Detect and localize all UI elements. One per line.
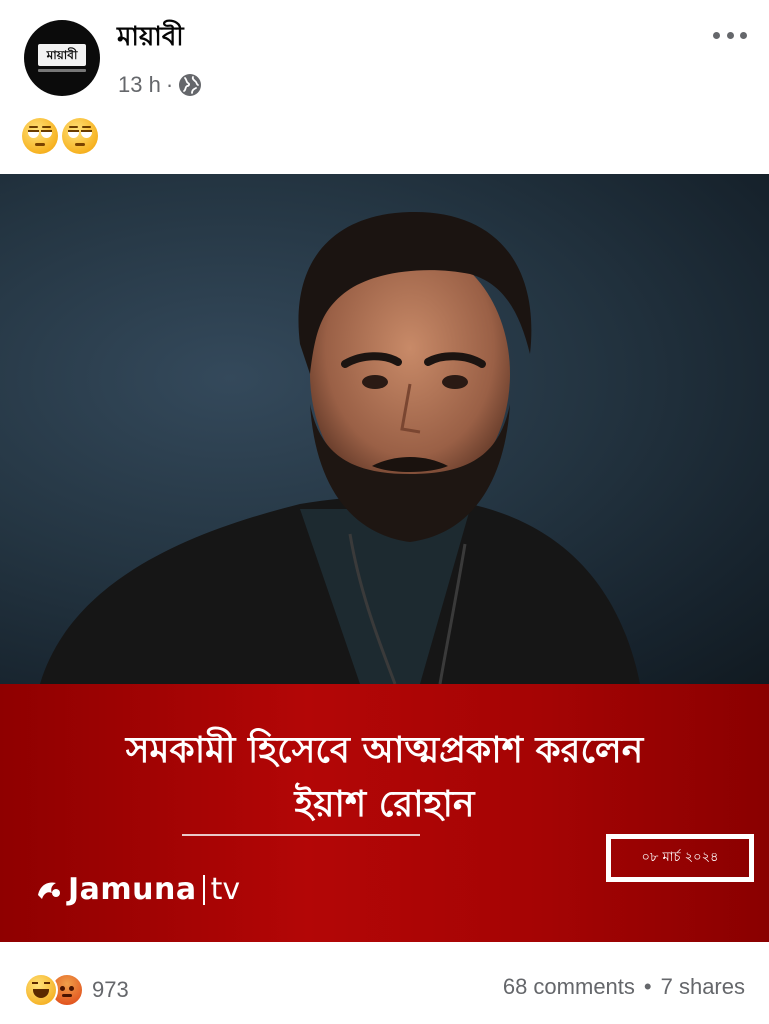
- reaction-count: 973: [92, 977, 129, 1002]
- post-header: মায়াবী মায়াবী 13 h ·: [0, 0, 769, 120]
- brand-tv: tv: [210, 872, 241, 907]
- shares-count[interactable]: 7 shares: [661, 974, 745, 1000]
- meta-separator: ·: [165, 72, 174, 97]
- date-text: ০৮ মার্চ ২০২৪: [641, 849, 719, 865]
- post-time[interactable]: 13 h: [118, 72, 161, 98]
- portrait-photo: [40, 211, 640, 684]
- post-image[interactable]: সমকামী হিসেবে আত্মপ্রকাশ করলেন ইয়াশ রোহ…: [0, 174, 769, 942]
- more-dot: [740, 31, 747, 39]
- headline-line2: ইয়াশ রোহান: [294, 784, 475, 825]
- more-dot: [713, 31, 720, 39]
- face-with-rolling-eyes-emoji: [62, 118, 98, 154]
- comments-count[interactable]: 68 comments: [503, 974, 635, 1000]
- headline-line1: সমকামী হিসেবে আত্মপ্রকাশ করলেন: [125, 730, 644, 771]
- brand-separator: [202, 874, 205, 905]
- globe-icon: [179, 74, 202, 96]
- more-options-icon[interactable]: [713, 28, 747, 42]
- jamuna-logo-icon: [38, 882, 60, 899]
- face-with-rolling-eyes-emoji: [22, 118, 58, 154]
- post-caption: [22, 118, 98, 158]
- page-avatar[interactable]: মায়াবী: [24, 20, 100, 96]
- news-banner: সমকামী হিসেবে আত্মপ্রকাশ করলেন ইয়াশ রোহ…: [0, 684, 769, 942]
- engagement-counts: 68 comments • 7 shares: [503, 974, 745, 1000]
- date-box: ০৮ মার্চ ২০২৪: [606, 834, 754, 882]
- haha-reaction-icon: [24, 973, 58, 1007]
- jamuna-tv-logo: Jamuna tv: [34, 872, 240, 907]
- avatar-logo: মায়াবী: [38, 44, 86, 66]
- divider: [182, 834, 420, 836]
- page-name[interactable]: মায়াবী: [117, 16, 184, 60]
- headline: সমকামী হিসেবে আত্মপ্রকাশ করলেন ইয়াশ রোহ…: [0, 724, 769, 832]
- post-footer: 973 68 comments • 7 shares: [0, 960, 769, 1020]
- brand-name: Jamuna: [68, 872, 197, 907]
- avatar-tagline: [38, 69, 86, 72]
- reactions-summary[interactable]: 973: [24, 972, 129, 1008]
- counts-separator: •: [643, 974, 652, 999]
- more-dot: [726, 31, 734, 39]
- post-meta: 13 h ·: [118, 70, 202, 100]
